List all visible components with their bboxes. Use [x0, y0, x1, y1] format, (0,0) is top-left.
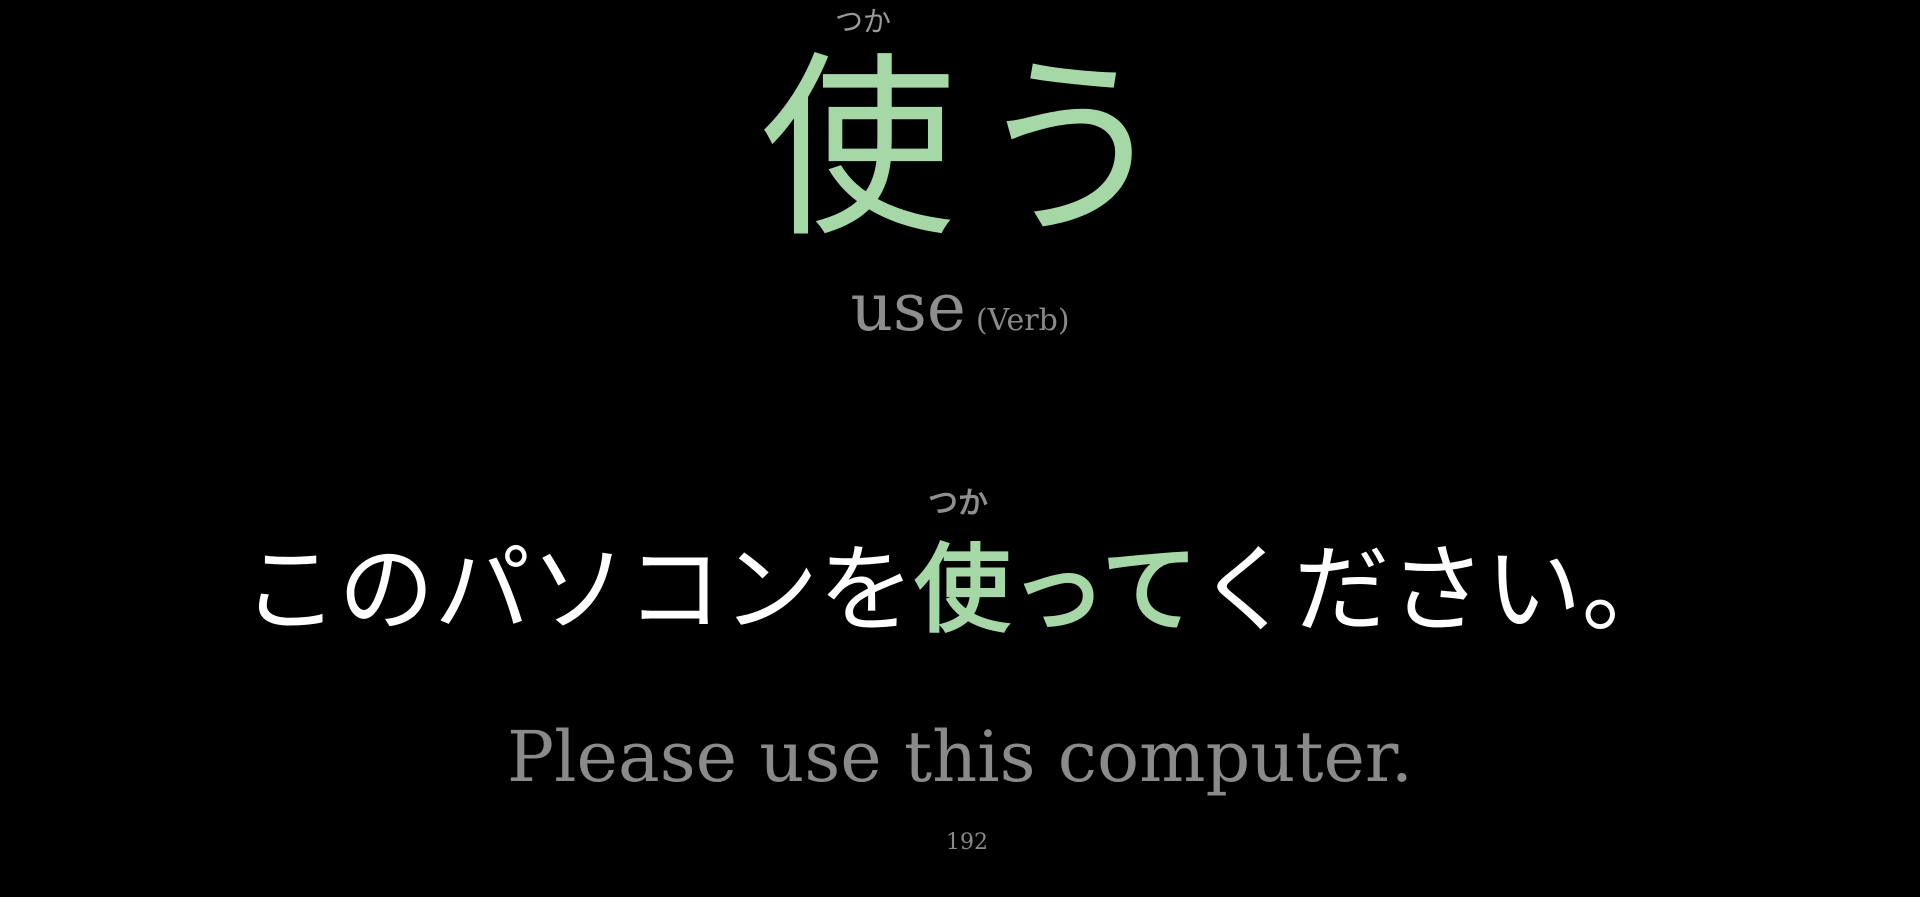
- example-sentence: このパソコンを使ってください。: [0, 520, 1920, 660]
- vocab-meaning: use: [850, 269, 966, 346]
- sentence-highlight: 使って: [914, 534, 1198, 646]
- sentence-translation: Please use this computer.: [507, 716, 1413, 798]
- flashcard: つか 使う use (Verb) つか このパソコンを使ってください。 Pleas…: [0, 0, 1920, 897]
- sentence-furigana: つか: [928, 486, 988, 521]
- part-of-speech: (Verb): [975, 303, 1070, 338]
- vocab-kanji: 使: [760, 36, 957, 264]
- sentence-before: このパソコンを: [242, 534, 915, 646]
- page-number: 192: [946, 830, 988, 855]
- vocab-meaning-line: use (Verb): [0, 262, 1920, 367]
- vocab-word: 使う: [760, 30, 1188, 270]
- vocab-okurigana: う: [974, 36, 1171, 264]
- sentence-after: ください。: [1197, 534, 1678, 646]
